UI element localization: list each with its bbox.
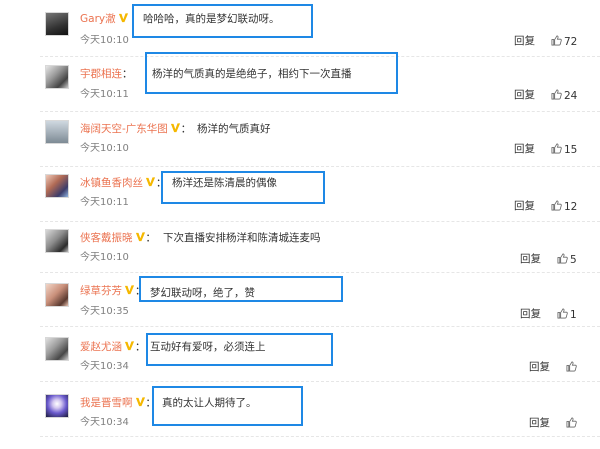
v-badge-icon (145, 177, 156, 187)
avatar[interactable] (45, 229, 69, 253)
timestamp: 今天10:34 (80, 361, 129, 372)
username[interactable]: 我是晋雪啊 (80, 397, 133, 409)
avatar[interactable] (45, 337, 69, 361)
like-button[interactable]: 15 (551, 143, 577, 156)
timestamp: 今天10:34 (80, 417, 129, 428)
timestamp: 今天10:11 (80, 89, 129, 100)
highlight-box (132, 4, 313, 38)
divider (40, 381, 600, 382)
like-button[interactable]: 72 (551, 35, 577, 48)
like-button[interactable]: 1 (557, 308, 577, 321)
username[interactable]: 冰镇鱼香肉丝 (80, 177, 143, 189)
like-button[interactable]: 5 (557, 253, 577, 266)
like-count: 24 (564, 90, 578, 102)
v-badge-icon (135, 397, 145, 407)
thumbs-up-icon (557, 308, 568, 319)
divider (40, 111, 600, 112)
v-badge-icon (135, 232, 145, 242)
reply-button[interactable]: 回复 (514, 200, 535, 212)
thumbs-up-icon (551, 89, 562, 100)
v-badge-icon (170, 123, 180, 133)
reply-button[interactable]: 回复 (514, 143, 535, 155)
avatar[interactable] (45, 174, 69, 198)
timestamp: 今天10:10 (80, 35, 129, 46)
avatar[interactable] (45, 120, 69, 144)
comment-text: 下次直播安排杨洋和陈清城连麦吗 (163, 232, 321, 244)
username[interactable]: 绿草芬芳 (80, 285, 122, 297)
thumbs-up-icon (566, 417, 577, 428)
like-button[interactable] (566, 417, 579, 430)
username[interactable]: 宇郡相连 (80, 68, 122, 80)
v-badge-icon (118, 13, 128, 23)
highlight-box (145, 52, 398, 94)
thumbs-up-icon (551, 35, 562, 46)
like-count: 12 (564, 201, 578, 213)
reply-button[interactable]: 回复 (520, 308, 541, 320)
comment-text: 杨洋的气质真好 (197, 123, 271, 135)
divider (40, 166, 600, 167)
highlight-box (139, 276, 343, 302)
timestamp: 今天10:10 (80, 252, 129, 263)
highlight-box (146, 333, 333, 366)
avatar[interactable] (45, 12, 69, 36)
username[interactable]: 爱赵尤涵 (80, 341, 122, 353)
username[interactable]: 侠客戴振晓 (80, 232, 133, 244)
highlight-box (161, 171, 325, 204)
avatar[interactable] (45, 283, 69, 307)
divider (40, 221, 600, 222)
like-count: 1 (570, 309, 577, 321)
thumbs-up-icon (551, 143, 562, 154)
thumbs-up-icon (566, 361, 577, 372)
v-badge-icon (124, 285, 135, 295)
highlight-box (152, 386, 303, 426)
reply-button[interactable]: 回复 (520, 253, 541, 265)
like-count: 5 (570, 254, 577, 266)
like-button[interactable]: 24 (551, 89, 577, 102)
thumbs-up-icon (557, 253, 568, 264)
reply-button[interactable]: 回复 (529, 417, 550, 429)
like-count: 72 (564, 36, 578, 48)
v-badge-icon (124, 341, 135, 351)
avatar[interactable] (45, 394, 69, 418)
avatar[interactable] (45, 65, 69, 89)
timestamp: 今天10:10 (80, 143, 129, 154)
divider (40, 272, 600, 273)
thumbs-up-icon (551, 200, 562, 211)
like-button[interactable] (566, 361, 579, 374)
timestamp: 今天10:35 (80, 306, 129, 317)
reply-button[interactable]: 回复 (514, 35, 535, 47)
timestamp: 今天10:11 (80, 197, 129, 208)
divider (40, 326, 600, 327)
divider (40, 436, 600, 437)
like-count: 15 (564, 144, 578, 156)
reply-button[interactable]: 回复 (514, 89, 535, 101)
reply-button[interactable]: 回复 (529, 361, 550, 373)
username[interactable]: 海阔天空-广东华图 (80, 123, 168, 135)
username[interactable]: Gary澈 (80, 13, 116, 25)
like-button[interactable]: 12 (551, 200, 577, 213)
